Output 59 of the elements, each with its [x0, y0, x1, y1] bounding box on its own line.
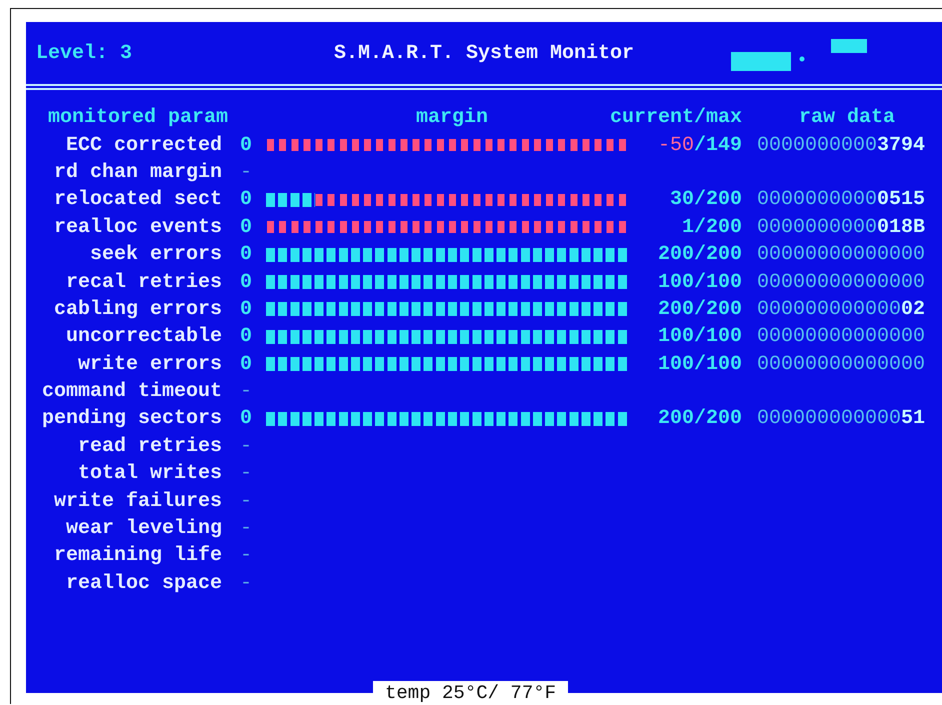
raw-data-value: 00000000000000 [757, 243, 926, 266]
current-max-value: 100/100 [658, 352, 742, 376]
raw-data-value: 00000000000000 [757, 325, 926, 348]
parameter-name: uncorrectable [66, 325, 222, 348]
threshold-value: 0 [240, 243, 252, 266]
current-max-value: 200/200 [658, 407, 742, 430]
temperature-readout: temp 25°C/ 77°F [373, 681, 568, 704]
parameter-name: cabling errors [54, 298, 222, 321]
parameter-name: pending sectors [42, 407, 222, 430]
parameter-name: command timeout [42, 380, 222, 404]
threshold-value: 0 [240, 352, 252, 376]
parameter-name: relocated sect [54, 188, 222, 212]
threshold-value: 0 [240, 134, 252, 157]
raw-data-value: 0000000000018B [757, 216, 926, 239]
raw-data-value: 00000000000515 [757, 188, 926, 212]
threshold-value: 0 [240, 216, 252, 239]
parameter-name: ECC corrected [66, 134, 222, 157]
parameter-name: write errors [78, 352, 222, 376]
threshold-value: - [240, 160, 252, 184]
current-max-value: 100/100 [658, 270, 742, 294]
parameter-name: read retries [78, 434, 222, 458]
level-label: Level: 3 [36, 42, 132, 64]
threshold-value: - [240, 462, 252, 486]
parameter-name: rd chan margin [54, 160, 222, 184]
raw-data-value: 00000000000000 [757, 270, 926, 294]
threshold-value: - [240, 517, 252, 540]
window-title: S.M.A.R.T. System Monitor [334, 42, 634, 64]
parameter-name: wear leveling [66, 517, 222, 540]
column-header: monitored param [48, 106, 228, 130]
parameter-name: recal retries [66, 270, 222, 294]
parameter-name: seek errors [90, 243, 222, 266]
current-max-value: 200/200 [658, 243, 742, 266]
parameter-name: total writes [78, 462, 222, 486]
threshold-value: 0 [240, 298, 252, 321]
current-max-value: -50/149 [658, 134, 742, 157]
threshold-value: - [240, 490, 252, 513]
threshold-value: - [240, 434, 252, 458]
threshold-value: 0 [240, 270, 252, 294]
current-max-value: 100/100 [658, 325, 742, 348]
current-max-value: 30/200 [670, 188, 742, 212]
column-header: margin [416, 106, 488, 130]
parameter-name: realloc space [66, 572, 222, 595]
threshold-value: 0 [240, 188, 252, 212]
parameter-name: write failures [54, 490, 222, 513]
raw-data-value: 00000000000002 [757, 298, 926, 321]
current-max-value: 1/200 [682, 216, 742, 239]
threshold-value: - [240, 572, 252, 595]
raw-data-value: 00000000003794 [757, 134, 926, 157]
threshold-value: 0 [240, 407, 252, 430]
raw-data-value: 00000000000000 [757, 352, 926, 376]
parameter-name: realloc events [54, 216, 222, 239]
raw-data-value: 00000000000051 [757, 407, 926, 430]
current-max-value: 200/200 [658, 298, 742, 321]
column-header: raw data [798, 106, 895, 130]
threshold-value: - [240, 380, 252, 404]
parameter-name: remaining life [54, 544, 222, 568]
threshold-value: 0 [240, 325, 252, 348]
column-header: current/max [610, 106, 742, 130]
threshold-value: - [240, 544, 252, 568]
